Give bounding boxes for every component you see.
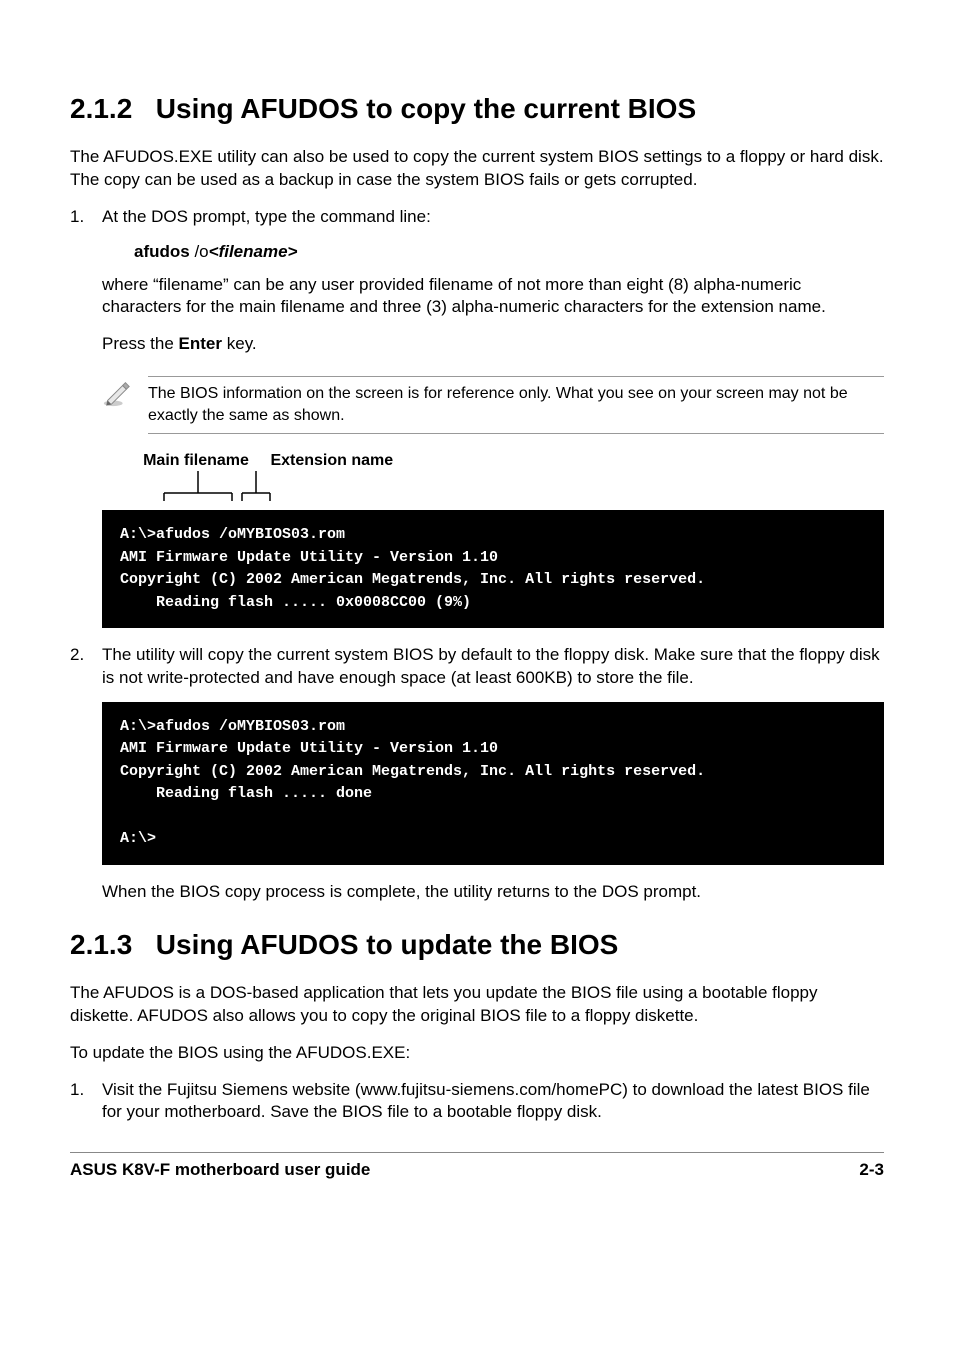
press-pre: Press the <box>102 334 179 353</box>
to-update-text: To update the BIOS using the AFUDOS.EXE: <box>70 1042 884 1065</box>
heading-212-title: Using AFUDOS to copy the current BIOS <box>156 93 696 124</box>
cmd-filename: <filename> <box>209 242 298 261</box>
label-main: Main filename <box>126 450 266 472</box>
step-num: 1. <box>70 1079 102 1125</box>
enter-key: Enter <box>179 334 222 353</box>
step-body: The utility will copy the current system… <box>102 644 884 690</box>
step-213-1: 1. Visit the Fujitsu Siemens website (ww… <box>70 1079 884 1125</box>
footer-page: 2-3 <box>859 1159 884 1182</box>
intro-213: The AFUDOS is a DOS-based application th… <box>70 982 884 1028</box>
step-num: 2. <box>70 644 102 690</box>
step-body: At the DOS prompt, type the command line… <box>102 206 884 229</box>
note-block: The BIOS information on the screen is fo… <box>102 370 884 439</box>
page-footer: ASUS K8V-F motherboard user guide 2-3 <box>70 1152 884 1182</box>
heading-212: 2.1.2 Using AFUDOS to copy the current B… <box>70 90 884 128</box>
heading-213: 2.1.3 Using AFUDOS to update the BIOS <box>70 926 884 964</box>
step-body: Visit the Fujitsu Siemens website (www.f… <box>102 1079 884 1125</box>
complete-text: When the BIOS copy process is complete, … <box>102 881 884 904</box>
note-text: The BIOS information on the screen is fo… <box>148 376 884 433</box>
command-line: afudos /o<filename> <box>134 241 884 264</box>
cmd-slash: /o <box>190 242 209 261</box>
intro-212: The AFUDOS.EXE utility can also be used … <box>70 146 884 192</box>
terminal-output-1: A:\>afudos /oMYBIOS03.rom AMI Firmware U… <box>102 510 884 628</box>
filename-labels: Main filename Extension name <box>126 450 884 472</box>
footer-title: ASUS K8V-F motherboard user guide <box>70 1159 370 1182</box>
terminal-output-2: A:\>afudos /oMYBIOS03.rom AMI Firmware U… <box>102 702 884 865</box>
label-callout-lines <box>126 471 366 505</box>
heading-213-title: Using AFUDOS to update the BIOS <box>156 929 619 960</box>
pencil-note-icon <box>102 378 132 408</box>
heading-213-num: 2.1.3 <box>70 926 148 964</box>
cmd-afudos: afudos <box>134 242 190 261</box>
step-212-1: 1. At the DOS prompt, type the command l… <box>70 206 884 229</box>
step-212-2: 2. The utility will copy the current sys… <box>70 644 884 690</box>
heading-212-num: 2.1.2 <box>70 90 148 128</box>
label-ext: Extension name <box>270 450 410 472</box>
where-text: where “filename” can be any user provide… <box>102 274 884 320</box>
step-num: 1. <box>70 206 102 229</box>
press-enter: Press the Enter key. <box>102 333 884 356</box>
press-post: key. <box>222 334 257 353</box>
